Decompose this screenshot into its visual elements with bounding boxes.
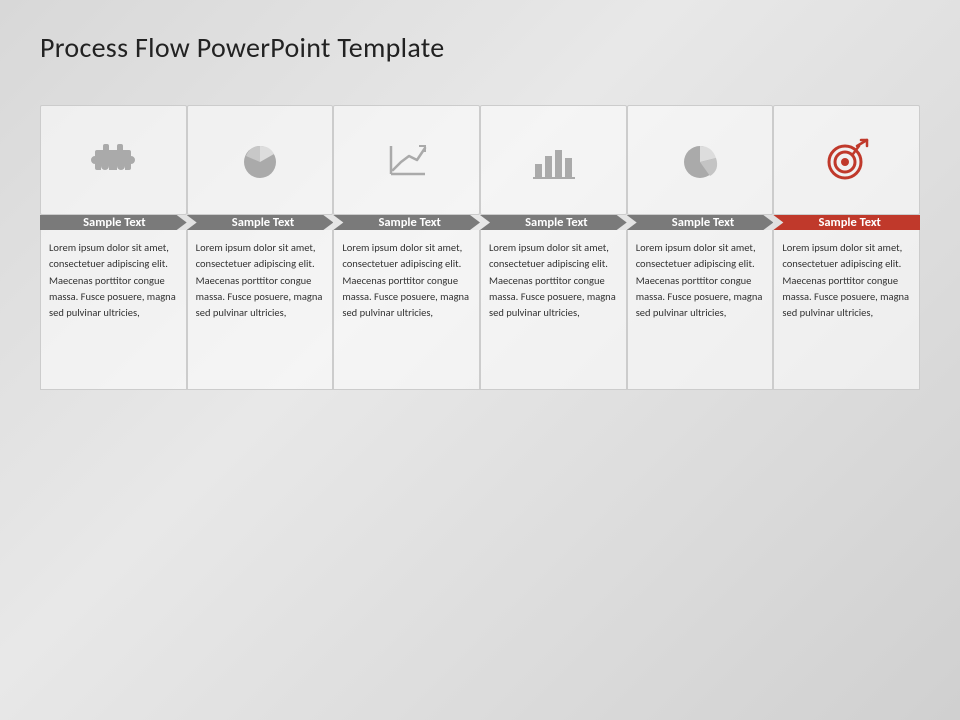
step-6-label: Sample Text — [773, 215, 920, 230]
step-5-desc: Lorem ipsum dolor sit amet, consectetuer… — [627, 230, 774, 390]
slide: Process Flow PowerPoint Template Sample … — [0, 0, 960, 720]
step-4-label: Sample Text — [480, 215, 627, 230]
step-3-label: Sample Text — [333, 215, 480, 230]
step-2-card — [187, 105, 334, 215]
step-5-label: Sample Text — [627, 215, 774, 230]
step-2-label: Sample Text — [187, 215, 334, 230]
step-3: Sample Text Lorem ipsum dolor sit amet, … — [333, 105, 480, 390]
pie-chart-icon — [236, 130, 284, 190]
pie-chart-2-icon — [676, 130, 724, 190]
step-1-card — [40, 105, 187, 215]
target-icon — [823, 130, 871, 190]
step-5: Sample Text Lorem ipsum dolor sit amet, … — [627, 105, 774, 390]
step-4: Sample Text Lorem ipsum dolor sit amet, … — [480, 105, 627, 390]
step-2-desc: Lorem ipsum dolor sit amet, consectetuer… — [187, 230, 334, 390]
step-1-desc: Lorem ipsum dolor sit amet, consectetuer… — [40, 230, 187, 390]
step-3-card — [333, 105, 480, 215]
step-6-desc: Lorem ipsum dolor sit amet, consectetuer… — [773, 230, 920, 390]
step-4-desc: Lorem ipsum dolor sit amet, consectetuer… — [480, 230, 627, 390]
bar-chart-icon — [529, 130, 577, 190]
step-1: Sample Text Lorem ipsum dolor sit amet, … — [40, 105, 187, 390]
slide-title: Process Flow PowerPoint Template — [40, 30, 920, 65]
step-5-card — [627, 105, 774, 215]
flow-container: Sample Text Lorem ipsum dolor sit amet, … — [40, 105, 920, 390]
step-4-card — [480, 105, 627, 215]
line-chart-icon — [383, 130, 431, 190]
step-1-label: Sample Text — [40, 215, 187, 230]
step-6-card — [773, 105, 920, 215]
step-6: Sample Text Lorem ipsum dolor sit amet, … — [773, 105, 920, 390]
puzzle-icon — [89, 130, 137, 190]
step-2: Sample Text Lorem ipsum dolor sit amet, … — [187, 105, 334, 390]
step-3-desc: Lorem ipsum dolor sit amet, consectetuer… — [333, 230, 480, 390]
